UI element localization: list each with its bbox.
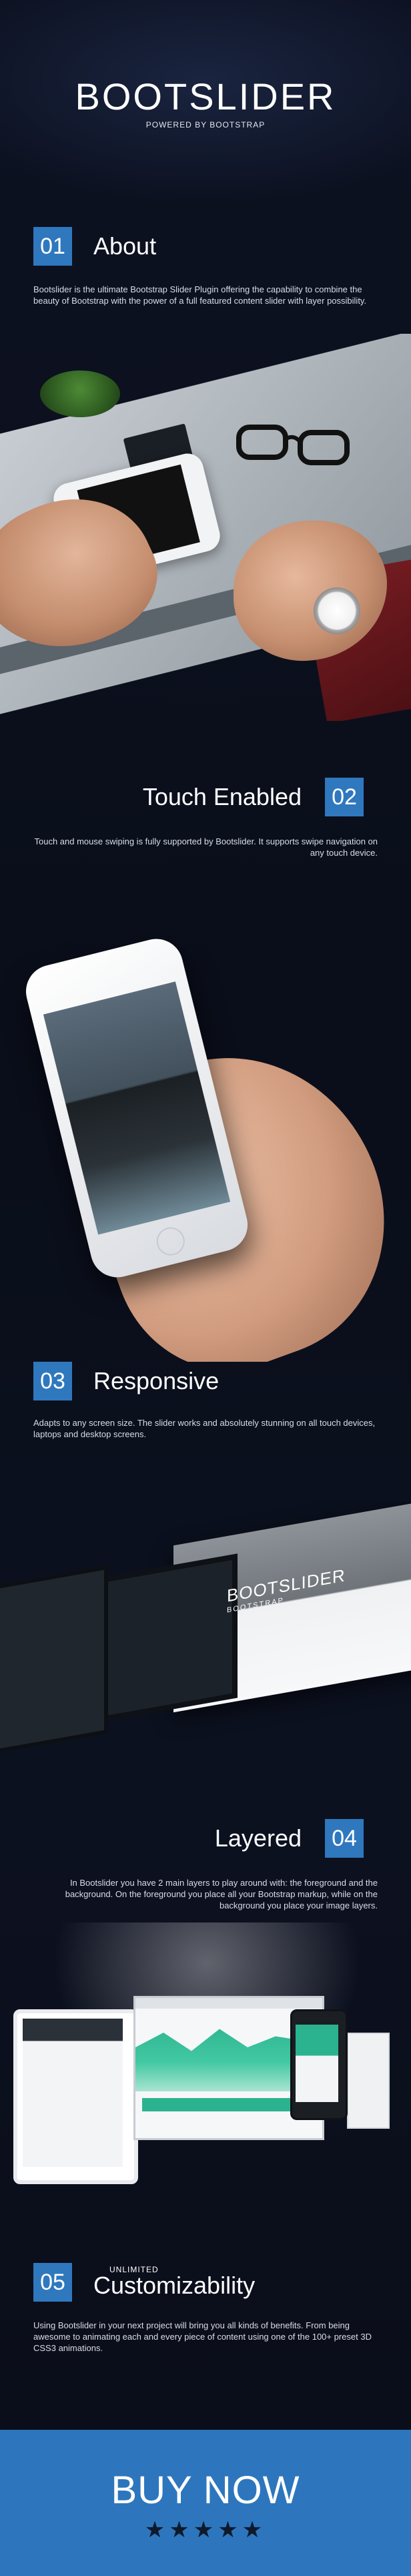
- buy-now-button[interactable]: BUY NOW: [0, 2468, 411, 2513]
- layered-side-panel-image: [347, 2033, 390, 2129]
- section-text-layered: In Bootslider you have 2 main layers to …: [65, 1878, 378, 1910]
- section-text-responsive: Adapts to any screen size. The slider wo…: [33, 1418, 376, 1439]
- brand-title: BOOTSLIDER: [75, 75, 336, 117]
- layered-tablet-image: [13, 2009, 138, 2184]
- touch-phone-photo: [0, 921, 411, 1362]
- buy-now-banner[interactable]: BUY NOW ★★★★★: [0, 2430, 411, 2576]
- iphone-image: [20, 933, 254, 1283]
- about-desk-photo: [0, 334, 411, 721]
- brand-subtitle: POWERED BY BOOTSTRAP: [145, 120, 266, 130]
- section-number-about: 01: [33, 227, 72, 266]
- page: BOOTSLIDER POWERED BY BOOTSTRAP 01 About…: [0, 0, 411, 2576]
- section-number-customizability: 05: [33, 2263, 72, 2302]
- layered-phone-image: [290, 2009, 348, 2120]
- section-title-customizability: Customizability: [93, 2272, 256, 2299]
- section-number-responsive: 03: [33, 1362, 72, 1400]
- responsive-devices-image: BOOTSLIDER BOOTSTRAP: [0, 1502, 411, 1782]
- section-title-touch: Touch Enabled: [142, 783, 302, 810]
- section-text-touch: Touch and mouse swiping is fully support…: [34, 836, 378, 858]
- section-text-about: Bootslider is the ultimate Bootstrap Sli…: [33, 284, 367, 306]
- section-number-touch: 02: [325, 778, 364, 816]
- glasses-icon: [236, 425, 350, 465]
- section-title-responsive: Responsive: [93, 1367, 220, 1394]
- section-text-customizability: Using Bootslider in your next project wi…: [33, 2320, 372, 2353]
- section-title-layered: Layered: [214, 1824, 302, 1852]
- layered-devices-image: [0, 1922, 411, 2203]
- phone-screen-image: [0, 1565, 108, 1754]
- section-number-layered: 04: [325, 1819, 364, 1858]
- watch-icon: [314, 587, 360, 634]
- section-title-about: About: [93, 232, 157, 260]
- rating-stars-icon: ★★★★★: [144, 2517, 267, 2543]
- plant-image: [40, 370, 120, 417]
